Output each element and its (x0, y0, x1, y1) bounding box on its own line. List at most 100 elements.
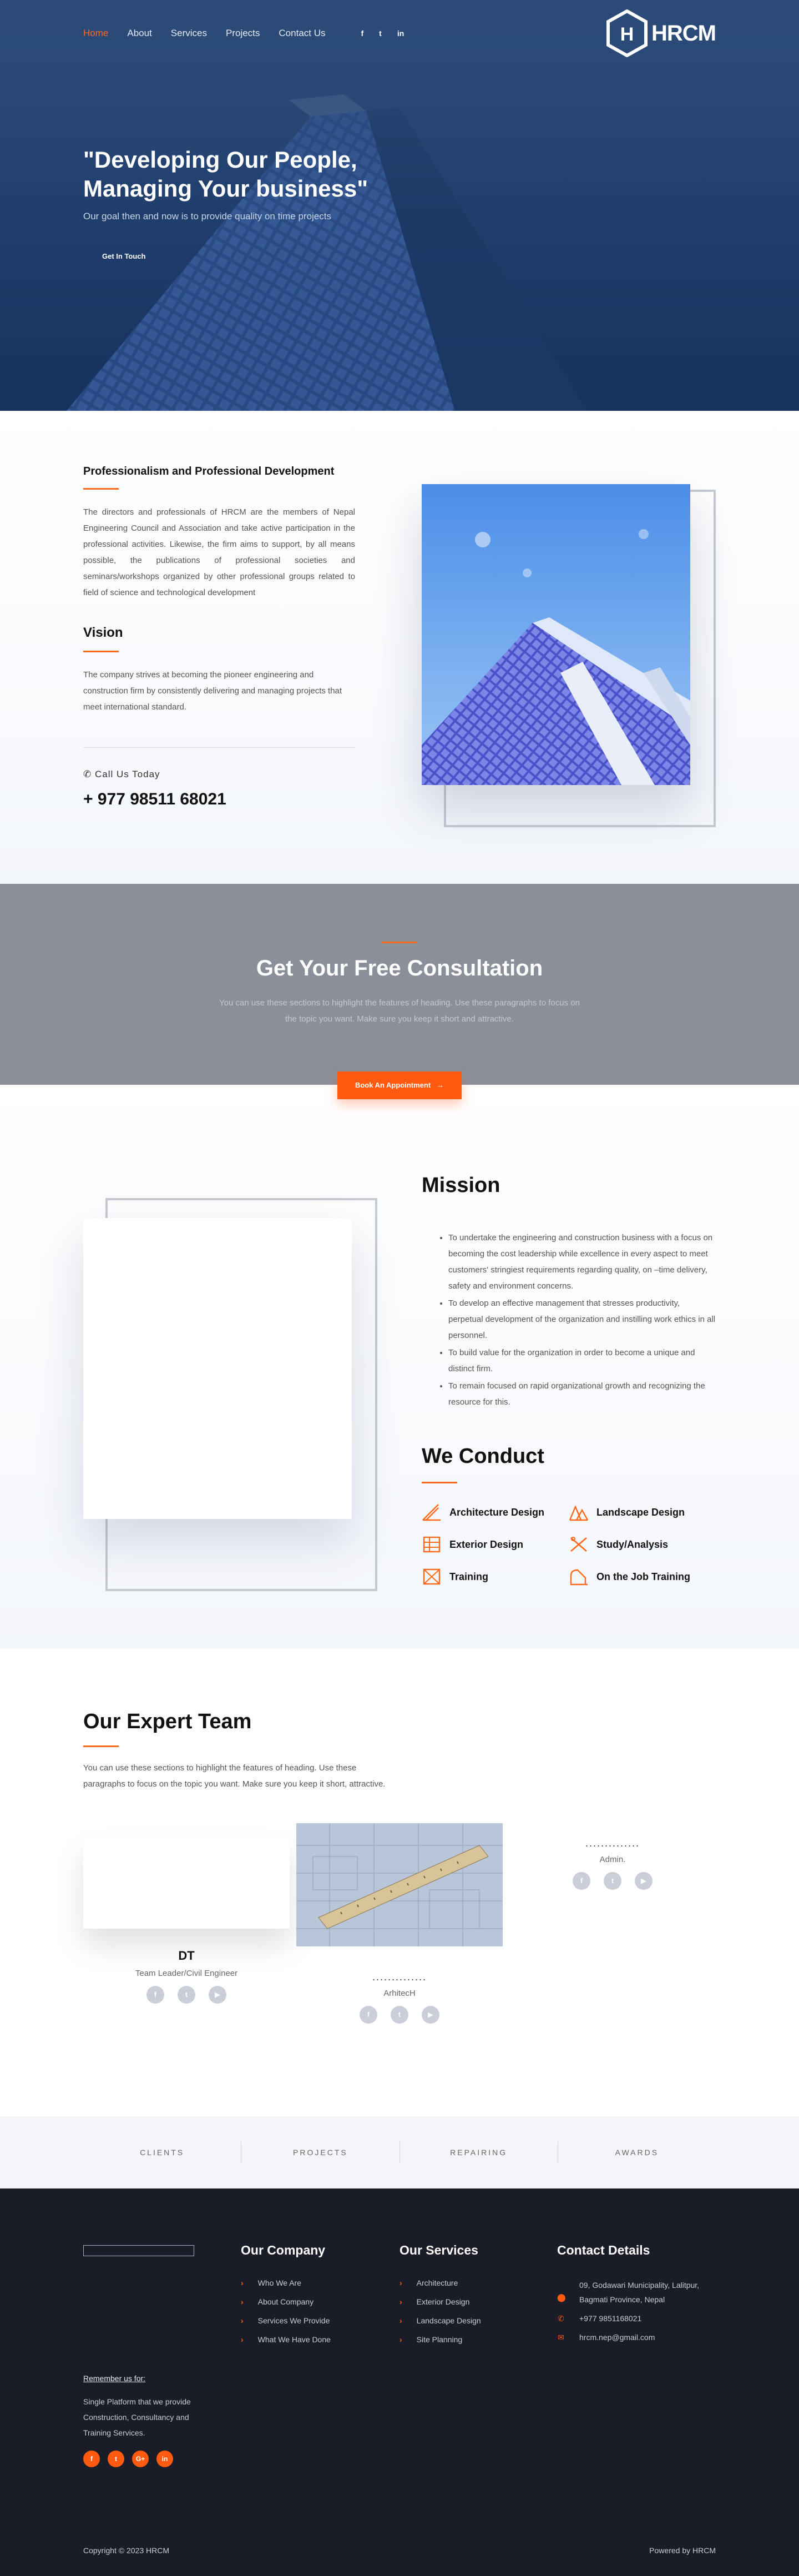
nav-contact[interactable]: Contact Us (279, 28, 325, 39)
call-number[interactable]: + 977 98511 68021 (83, 790, 355, 809)
conduct-grid: Architecture Design Landscape Design Ext… (422, 1503, 716, 1586)
mission-item: To build value for the organization in o… (448, 1345, 716, 1377)
book-appointment-button[interactable]: Book An Appointment → (337, 1071, 462, 1099)
team-member-card: DT Team Leader/Civil Engineer f t ▶ (83, 1838, 290, 2004)
footer-link[interactable]: › Who We Are (241, 2278, 331, 2288)
accent-bar (83, 1745, 119, 1747)
analysis-icon (570, 1537, 587, 1552)
consultation-title: Get Your Free Consultation (256, 956, 543, 980)
chevron-right-icon: › (241, 2297, 244, 2306)
footer-link[interactable]: › Exterior Design (400, 2297, 481, 2307)
twitter-icon[interactable]: t (108, 2451, 124, 2467)
get-in-touch-button[interactable]: Get In Touch (102, 252, 145, 260)
youtube-icon[interactable]: ▶ (209, 1986, 226, 2004)
exterior-icon (423, 1536, 441, 1553)
footer-address: ⬤ 09, Godawari Municipality, Lalitpur, Ba… (557, 2281, 700, 2304)
logo-hex-icon: H (606, 9, 648, 57)
training-icon (423, 1568, 441, 1585)
team-member-photo (83, 1838, 290, 1929)
copyright: Copyright © 2023 HRCM (83, 2546, 170, 2555)
team-member-card: .............. ArhitecH f t ▶ (296, 1823, 503, 2024)
footer-link[interactable]: › What We Have Done (241, 2334, 331, 2344)
about-heading: Professionalism and Professional Develop… (83, 465, 335, 477)
stats-strip: CLIENTS PROJECTS REPAIRING AWARDS (0, 2116, 799, 2188)
mission-list: To undertake the engineering and constru… (448, 1230, 716, 1410)
about-section: Professionalism and Professional Develop… (0, 411, 799, 884)
mission-item: To remain focused on rapid organizationa… (448, 1378, 716, 1410)
footer-link[interactable]: › About Company (241, 2297, 331, 2307)
logo-text: HRCM (651, 21, 716, 46)
conduct-exterior[interactable]: Exterior Design (422, 1536, 569, 1553)
nav-services[interactable]: Services (171, 28, 207, 39)
strip-projects: PROJECTS (241, 2141, 400, 2164)
footer-link[interactable]: › Services We Provide (241, 2316, 331, 2326)
nav-home[interactable]: Home (83, 28, 108, 39)
chevron-right-icon: › (241, 2278, 244, 2287)
phone-icon: ✆ (83, 769, 95, 779)
linkedin-icon[interactable]: in (156, 2451, 173, 2467)
team-title: Our Expert Team (83, 1710, 252, 1733)
linkedin-icon[interactable]: in (397, 29, 404, 38)
mission-item: To undertake the engineering and constru… (448, 1230, 716, 1294)
hero-subtitle: Our goal then and now is to provide qual… (83, 211, 331, 222)
nav-about[interactable]: About (127, 28, 151, 39)
youtube-icon[interactable]: ▶ (422, 2006, 439, 2024)
twitter-icon[interactable]: t (379, 29, 382, 38)
footer-company: Our Company › Who We Are › About Company ›… (241, 2243, 331, 2353)
vision-heading: Vision (83, 625, 123, 640)
facebook-icon[interactable]: f (573, 1872, 590, 1890)
chevron-right-icon: › (400, 2316, 402, 2325)
footer-link[interactable]: › Site Planning (400, 2334, 481, 2344)
strip-clients: CLIENTS (83, 2141, 242, 2164)
footer: Remember us for: Single Platform that we… (0, 2188, 799, 2576)
footer-link[interactable]: › Architecture (400, 2278, 481, 2288)
consultation-section: Get Your Free Consultation You can use t… (0, 884, 799, 1099)
nav-projects[interactable]: Projects (226, 28, 260, 39)
footer-company-title: Our Company (241, 2243, 326, 2257)
call-label: Call Us Today (94, 769, 160, 779)
chevron-right-icon: › (241, 2316, 244, 2325)
twitter-icon[interactable]: t (391, 2006, 408, 2024)
facebook-icon[interactable]: f (360, 2006, 377, 2024)
top-navigation: Home About Services Projects Contact Us … (0, 0, 799, 67)
site-logo[interactable]: H HRCM (606, 9, 716, 57)
footer-services-title: Our Services (400, 2243, 478, 2257)
conduct-architecture[interactable]: Architecture Design (422, 1503, 569, 1521)
about-paragraph: The directors and professionals of HRCM … (83, 507, 355, 597)
facebook-icon[interactable]: f (146, 1986, 164, 2004)
twitter-icon[interactable]: t (604, 1872, 621, 1890)
accent-bar (83, 651, 119, 652)
google-plus-icon[interactable]: G+ (132, 2451, 149, 2467)
conduct-job-training[interactable]: On the Job Training (569, 1568, 716, 1586)
phone-icon: ✆ (558, 2314, 564, 2323)
footer-link[interactable]: › Landscape Design (400, 2316, 481, 2326)
hero-title: "Developing Our People, Managing Your bu… (83, 147, 368, 202)
footer-phone[interactable]: ✆ +977 9851168021 (557, 2311, 716, 2326)
conduct-training[interactable]: Training (422, 1568, 569, 1586)
footer-contact: Contact Details ⬤ 09, Godawari Municipali… (557, 2243, 716, 2349)
consultation-text: You can use these sections to highlight … (219, 998, 580, 1024)
footer-email[interactable]: ✉ hrcm.nep@gmail.com (557, 2330, 716, 2344)
conduct-landscape[interactable]: Landscape Design (569, 1503, 716, 1521)
footer-logo-image (83, 2245, 194, 2256)
svg-text:H: H (620, 24, 634, 45)
facebook-icon[interactable]: f (83, 2451, 100, 2467)
hero-section: Home About Services Projects Contact Us … (0, 0, 799, 411)
chevron-right-icon: › (400, 2335, 402, 2344)
team-member-role: Team Leader/Civil Engineer (135, 1969, 238, 1978)
youtube-icon[interactable]: ▶ (635, 1872, 653, 1890)
footer-services: Our Services › Architecture › Exterior Des… (400, 2243, 481, 2353)
mission-section: Mission To undertake the engineering and… (0, 1085, 799, 1649)
conduct-title: We Conduct (422, 1445, 544, 1468)
envelope-icon: ✉ (558, 2333, 564, 2342)
about-building-image (422, 484, 690, 785)
accent-bar (422, 1482, 457, 1483)
team-member-name: DT (178, 1949, 195, 1963)
twitter-icon[interactable]: t (178, 1986, 195, 2004)
facebook-icon[interactable]: f (361, 29, 364, 38)
footer-social: f t G+ in (83, 2451, 173, 2467)
mission-title: Mission (422, 1174, 500, 1197)
team-member-card: .............. Admin. f t ▶ (509, 1838, 716, 1890)
conduct-analysis[interactable]: Study/Analysis (569, 1536, 716, 1553)
accent-bar (83, 488, 119, 490)
